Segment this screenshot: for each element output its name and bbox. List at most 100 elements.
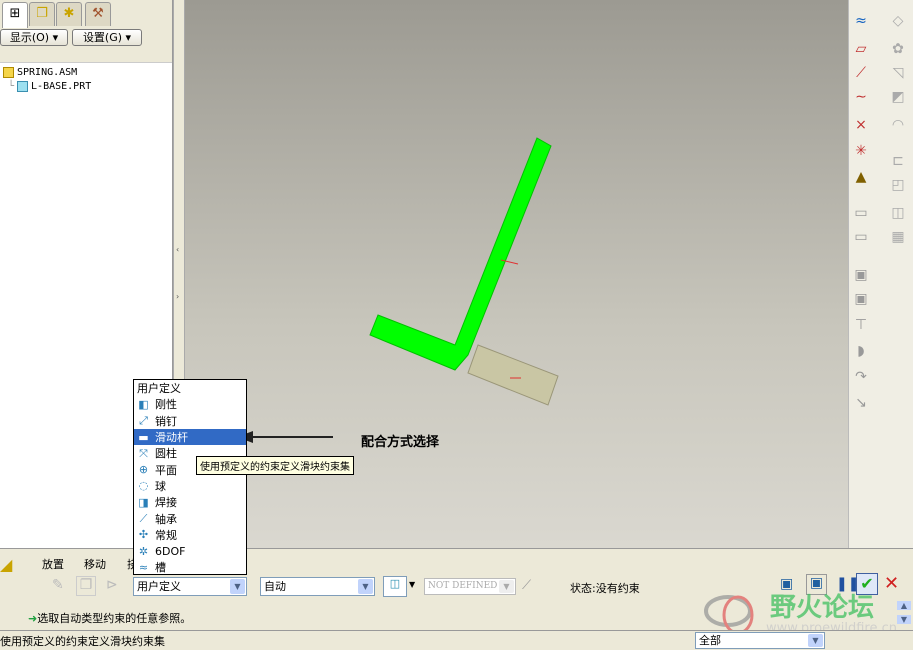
offset-value: NOT DEFINED	[428, 581, 498, 591]
revolve-icon[interactable]: ◗	[852, 342, 870, 360]
menu-item-label: 平面	[155, 463, 177, 477]
draft-icon[interactable]: ◹	[889, 64, 907, 82]
trim-icon[interactable]: ◫	[889, 204, 907, 222]
menu-item-label: 球	[155, 479, 166, 493]
shell-icon[interactable]: ◩	[889, 88, 907, 106]
watermark: 野火论坛 www.proewildfire.cn	[700, 587, 900, 636]
menu-item-pin[interactable]: ⤢ 销钉	[134, 413, 246, 429]
connection-type-menu[interactable]: 用户定义 ◧ 刚性 ⤢ 销钉 ▬ 滑动杆 ⤧ 圆柱 ⊕ 平面 ◌ 球 ◨ 焊接 ⟋ 轴承 ✣ 常规 ✲ 6DOF ≈ 槽	[133, 379, 247, 575]
menu-item-slot[interactable]: ≈ 槽	[134, 559, 246, 575]
annotation-label: 配合方式选择	[361, 435, 440, 450]
layers-tab[interactable]: ❐	[29, 2, 55, 26]
menu-header[interactable]: 用户定义	[134, 380, 246, 396]
rigid-icon: ◧	[138, 397, 149, 411]
flip-icon: ◫	[389, 577, 401, 590]
slider-icon: ▬	[138, 430, 149, 444]
chevron-down-icon[interactable]: ▼	[230, 579, 245, 594]
chamfer-icon[interactable]: ↘	[852, 394, 870, 412]
filter-value: 全部	[699, 634, 721, 647]
prompt-line: ➜选取自动类型约束的任意参照。	[28, 610, 191, 626]
flip-button[interactable]: ◫	[383, 576, 407, 597]
show-dropdown[interactable]: 显示(O) ▾	[0, 29, 68, 46]
menu-item-label: 滑动杆	[155, 431, 188, 445]
folder-star-icon: ✱	[63, 6, 75, 21]
favorites-tab[interactable]: ✱	[56, 2, 82, 26]
menu-item-label: 销钉	[155, 414, 177, 428]
offset-select[interactable]: NOT DEFINED ▼	[424, 578, 516, 595]
scroll-up-icon[interactable]: ▲	[897, 601, 911, 610]
chevron-down-icon[interactable]: ▼	[358, 579, 373, 594]
tree-item-part[interactable]: └ L-BASE.PRT	[8, 81, 91, 92]
status-bar: 使用预定义的约束定义滑块约束集 全部 ▼	[0, 630, 913, 650]
datum-plane-icon[interactable]: ▱	[852, 40, 870, 58]
prompt-text: 选取自动类型约束的任意参照。	[37, 612, 192, 625]
datum-display-icon[interactable]: ≈	[852, 12, 870, 30]
offset-angle-icon[interactable]: ⟋	[522, 578, 531, 593]
flip-dropdown-icon[interactable]: ▼	[409, 580, 415, 589]
menu-item-ball[interactable]: ◌ 球	[134, 478, 246, 494]
copy-icon[interactable]: ❐	[76, 576, 96, 596]
menu-item-6dof[interactable]: ✲ 6DOF	[134, 543, 246, 559]
menu-item-bearing[interactable]: ⟋ 轴承	[134, 510, 246, 526]
tooltip: 使用预定义的约束定义滑块约束集	[196, 456, 354, 475]
menu-item-label: 焊接	[155, 496, 177, 510]
connection-type-value: 用户定义	[137, 580, 181, 593]
datum-point-icon[interactable]: ×	[852, 116, 870, 134]
round-icon[interactable]: ↷	[852, 368, 870, 386]
menu-item-general[interactable]: ✣ 常规	[134, 527, 246, 543]
constraint-type-value: 自动	[264, 580, 286, 593]
tools-folder-icon: ⚒	[92, 6, 104, 21]
collapse-left-icon[interactable]: ‹	[176, 245, 179, 254]
datum-axis-icon[interactable]: ⟋	[852, 64, 870, 82]
chevron-down-icon[interactable]: ▼	[499, 580, 514, 593]
menu-item-slider[interactable]: ▬ 滑动杆	[134, 428, 246, 446]
tab-move[interactable]: 移动	[84, 556, 106, 572]
extrude-icon[interactable]: ⊤	[852, 316, 870, 334]
settings-dropdown[interactable]: 设置(G) ▾	[72, 29, 142, 46]
tree-header	[0, 48, 172, 63]
menu-item-label: 刚性	[155, 398, 177, 412]
analysis-icon[interactable]: ▲	[852, 168, 870, 186]
general-icon: ✣	[138, 528, 149, 542]
datum-curve-icon[interactable]: ∼	[852, 88, 870, 106]
connection-type-select[interactable]: 用户定义 ▼	[133, 577, 247, 596]
ball-icon: ◌	[138, 479, 149, 493]
pattern-icon[interactable]: ▭	[852, 204, 870, 222]
hole-icon[interactable]: ⊏	[889, 152, 907, 170]
sweep-icon[interactable]: ◇	[889, 12, 907, 30]
repeat-icon[interactable]: ▭	[852, 228, 870, 246]
edit-icon[interactable]: ✎	[52, 577, 64, 593]
drag-icon[interactable]: ⊳	[106, 577, 118, 593]
constraint-type-select[interactable]: 自动 ▼	[260, 577, 375, 596]
menu-item-weld[interactable]: ◨ 焊接	[134, 494, 246, 510]
status-text: 状态:没有约束	[570, 582, 640, 595]
tab-placement[interactable]: 放置	[42, 556, 64, 572]
arrow-right-icon: ➜	[28, 612, 38, 625]
green-l-bracket	[369, 137, 552, 371]
6dof-icon: ✲	[138, 544, 149, 558]
watermark-title: 野火论坛	[770, 593, 875, 623]
scroll-down-icon[interactable]: ▼	[897, 615, 911, 624]
model-tree-tab[interactable]: ⊞	[2, 2, 28, 28]
coord-system-icon[interactable]: ✳	[852, 142, 870, 160]
menu-item-label: 槽	[155, 561, 166, 575]
rib-icon[interactable]: ◠	[889, 116, 907, 134]
menu-item-rigid[interactable]: ◧ 刚性	[134, 396, 246, 412]
filter-select[interactable]: 全部 ▼	[695, 632, 825, 649]
model-tree-icon: ⊞	[9, 6, 21, 21]
cylinder-icon: ⤧	[139, 446, 148, 460]
tree-item-assembly[interactable]: SPRING.ASM	[3, 67, 77, 78]
create-icon[interactable]: ▣	[852, 290, 870, 308]
layers-icon: ❐	[36, 6, 48, 21]
tools-tab[interactable]: ⚒	[85, 2, 111, 26]
component-icon[interactable]: ▣	[852, 266, 870, 284]
blend-icon[interactable]: ✿	[889, 40, 907, 58]
expand-right-icon[interactable]: ›	[176, 292, 179, 301]
merge-icon[interactable]: ◰	[889, 176, 907, 194]
bearing-icon: ⟋	[139, 512, 148, 526]
menu-item-label: 6DOF	[155, 544, 186, 558]
chevron-down-icon[interactable]: ▼	[808, 634, 823, 647]
grid-icon[interactable]: ▦	[889, 228, 907, 246]
weld-icon: ◨	[138, 495, 149, 509]
pin-icon: ⤢	[139, 414, 148, 428]
